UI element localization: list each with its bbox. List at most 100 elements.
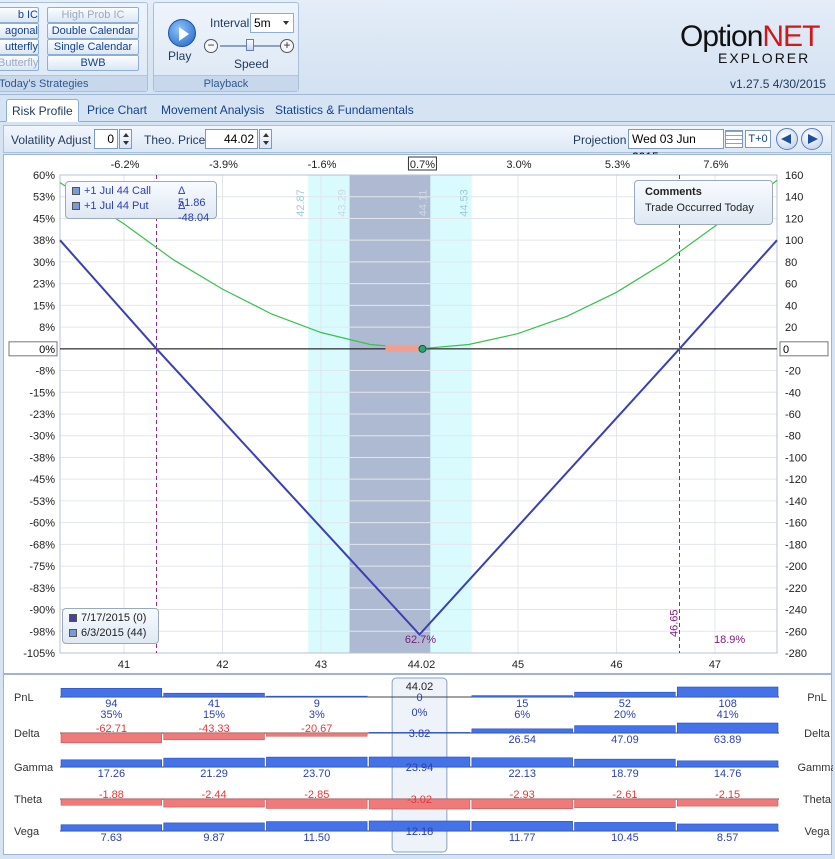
tab-price-chart[interactable]: Price Chart — [82, 99, 152, 122]
right-tick-label: -220 — [785, 583, 807, 595]
trade-marker — [385, 344, 420, 352]
greek-bar — [471, 821, 573, 832]
top-tick-label: 5.3% — [605, 159, 630, 171]
t-plus-button[interactable]: T+0 — [745, 130, 771, 148]
tab-bar: Risk Profile Price Chart Movement Analysis… — [0, 96, 835, 122]
top-tick-label: -6.2% — [111, 159, 140, 171]
speed-slider-thumb[interactable] — [246, 39, 254, 51]
projection-date-input[interactable]: Wed 03 Jun 2015 — [628, 129, 724, 164]
strategy-button[interactable]: Double Calendar — [47, 23, 139, 39]
bottom-tick-label: 41 — [118, 659, 130, 671]
greek-bar — [574, 725, 676, 734]
greeks-svg: 44.02PnL PnL9435%4115%93%00%156%5220%1084… — [14, 677, 835, 853]
vol-adjust-label: Volatility Adjust — [11, 133, 92, 147]
previous-arrow-icon[interactable] — [776, 128, 798, 150]
brand-sub: EXPLORER — [718, 50, 811, 66]
strategies-group: b IC High Prob IC agonal Double Calendar utt… — [0, 2, 148, 92]
date-legend-item: 7/17/2015 (0) — [69, 612, 157, 626]
brand-name-b: NET — [762, 20, 820, 53]
speed-label: Speed — [234, 57, 269, 71]
right-tick-label: -240 — [785, 605, 807, 617]
greek-sub-value: 3% — [309, 709, 325, 721]
greek-sub-value: 15% — [203, 709, 225, 721]
left-tick-label: -38% — [29, 452, 55, 464]
position-label: +1 Jul 44 Call — [84, 185, 151, 197]
band-label: 44.53 — [459, 189, 471, 217]
greek-value: -43.33 — [198, 723, 229, 735]
band-label: 44.11 — [417, 190, 429, 217]
greek-value: -2.93 — [510, 789, 535, 801]
bottom-tick-label: 46 — [610, 659, 622, 671]
right-tick-label: 80 — [785, 257, 797, 269]
strategy-button[interactable]: Butterfly — [0, 55, 39, 71]
strategy-button[interactable]: utterfly — [0, 39, 39, 55]
playback-group: Play Interval 5m − + Speed Playback — [153, 2, 299, 92]
left-tick-label: 30% — [33, 257, 55, 269]
risk-profile-chart[interactable]: 42.87 43.29 44.11 44.53 60% 53% 45% 38% 30% 23% 15… — [3, 154, 832, 674]
playback-group-title: Playback — [154, 75, 298, 91]
greek-bar — [163, 822, 265, 832]
legend-swatch — [69, 614, 77, 622]
greek-bar — [574, 822, 676, 832]
play-button[interactable] — [168, 19, 196, 47]
right-tick-label: -140 — [785, 496, 807, 508]
greek-value: -3.02 — [407, 794, 432, 806]
right-tick-label: -200 — [785, 561, 807, 573]
left-tick-label: -90% — [29, 605, 55, 617]
left-tick-label: 53% — [33, 192, 55, 204]
right-tick-label: -60 — [785, 409, 801, 421]
next-arrow-icon[interactable] — [801, 128, 823, 150]
left-tick-label: 38% — [33, 235, 55, 247]
left-tick-label: -105% — [23, 648, 55, 660]
top-tick-label: -3.9% — [209, 159, 238, 171]
right-tick-label: -100 — [785, 452, 807, 464]
greek-bar — [163, 757, 265, 768]
position-delta: Δ -48.04 — [178, 200, 210, 224]
interval-value: 5m — [254, 16, 271, 30]
brand-name-a: Option — [680, 20, 763, 53]
tab-movement-analysis[interactable]: Movement Analysis — [156, 99, 269, 122]
greek-bar — [163, 692, 265, 698]
left-tick-label: -83% — [29, 583, 55, 595]
greek-row-label-right: Delta — [804, 728, 831, 740]
vol-adjust-spinner[interactable] — [119, 129, 132, 149]
left-tick-label: -30% — [29, 431, 55, 443]
strategy-button[interactable]: Single Calendar — [47, 39, 139, 55]
speed-increase-button[interactable]: + — [280, 39, 294, 53]
greek-row-label-right: Theta — [803, 794, 832, 806]
strategy-button[interactable]: agonal — [0, 23, 39, 39]
theo-price-input[interactable]: 44.02 — [205, 129, 258, 149]
greek-value: 14.76 — [714, 768, 742, 780]
right-tick-label: -80 — [785, 431, 801, 443]
right-prob: 18.9% — [714, 634, 745, 646]
right-tick-label: -180 — [785, 539, 807, 551]
greek-bar — [676, 722, 779, 734]
legend-swatch — [69, 629, 77, 637]
positions-legend: +1 Jul 44 Call Δ 51.86 +1 Jul 44 Put Δ -48.… — [65, 181, 217, 224]
interval-dropdown[interactable]: 5m — [250, 13, 294, 33]
tab-risk-profile[interactable]: Risk Profile — [6, 99, 79, 122]
bottom-tick-label: 42 — [216, 659, 228, 671]
theo-price-spinner[interactable] — [259, 129, 272, 149]
tab-statistics-fundamentals[interactable]: Statistics & Fundamentals — [270, 99, 419, 122]
speed-decrease-button[interactable]: − — [204, 39, 218, 53]
greek-bar — [676, 760, 779, 768]
bottom-tick-label: 44.02 — [408, 659, 436, 671]
calendar-icon[interactable] — [725, 130, 743, 148]
strategy-button[interactable]: High Prob IC — [47, 7, 139, 23]
vol-adjust-input[interactable]: 0 — [94, 129, 118, 149]
strategy-button[interactable]: BWB — [47, 55, 139, 71]
greek-bar — [60, 759, 163, 768]
greek-row-label: PnL — [14, 692, 34, 704]
greek-row-label: Theta — [14, 794, 43, 806]
greek-bar — [676, 686, 779, 698]
strategy-button[interactable]: b IC — [0, 7, 39, 23]
left-tick-label: 23% — [33, 279, 55, 291]
greek-bar — [471, 757, 573, 768]
date-label: 7/17/2015 (0) — [81, 612, 147, 624]
right-tick-label: -160 — [785, 518, 807, 530]
right-tick-label: 120 — [785, 213, 803, 225]
risk-profile-svg[interactable]: 42.87 43.29 44.11 44.53 60% 53% 45% 38% 30% 23% 15… — [4, 155, 833, 675]
theo-price-label: Theo. Price — [144, 133, 206, 147]
right-tick-label: -260 — [785, 626, 807, 638]
